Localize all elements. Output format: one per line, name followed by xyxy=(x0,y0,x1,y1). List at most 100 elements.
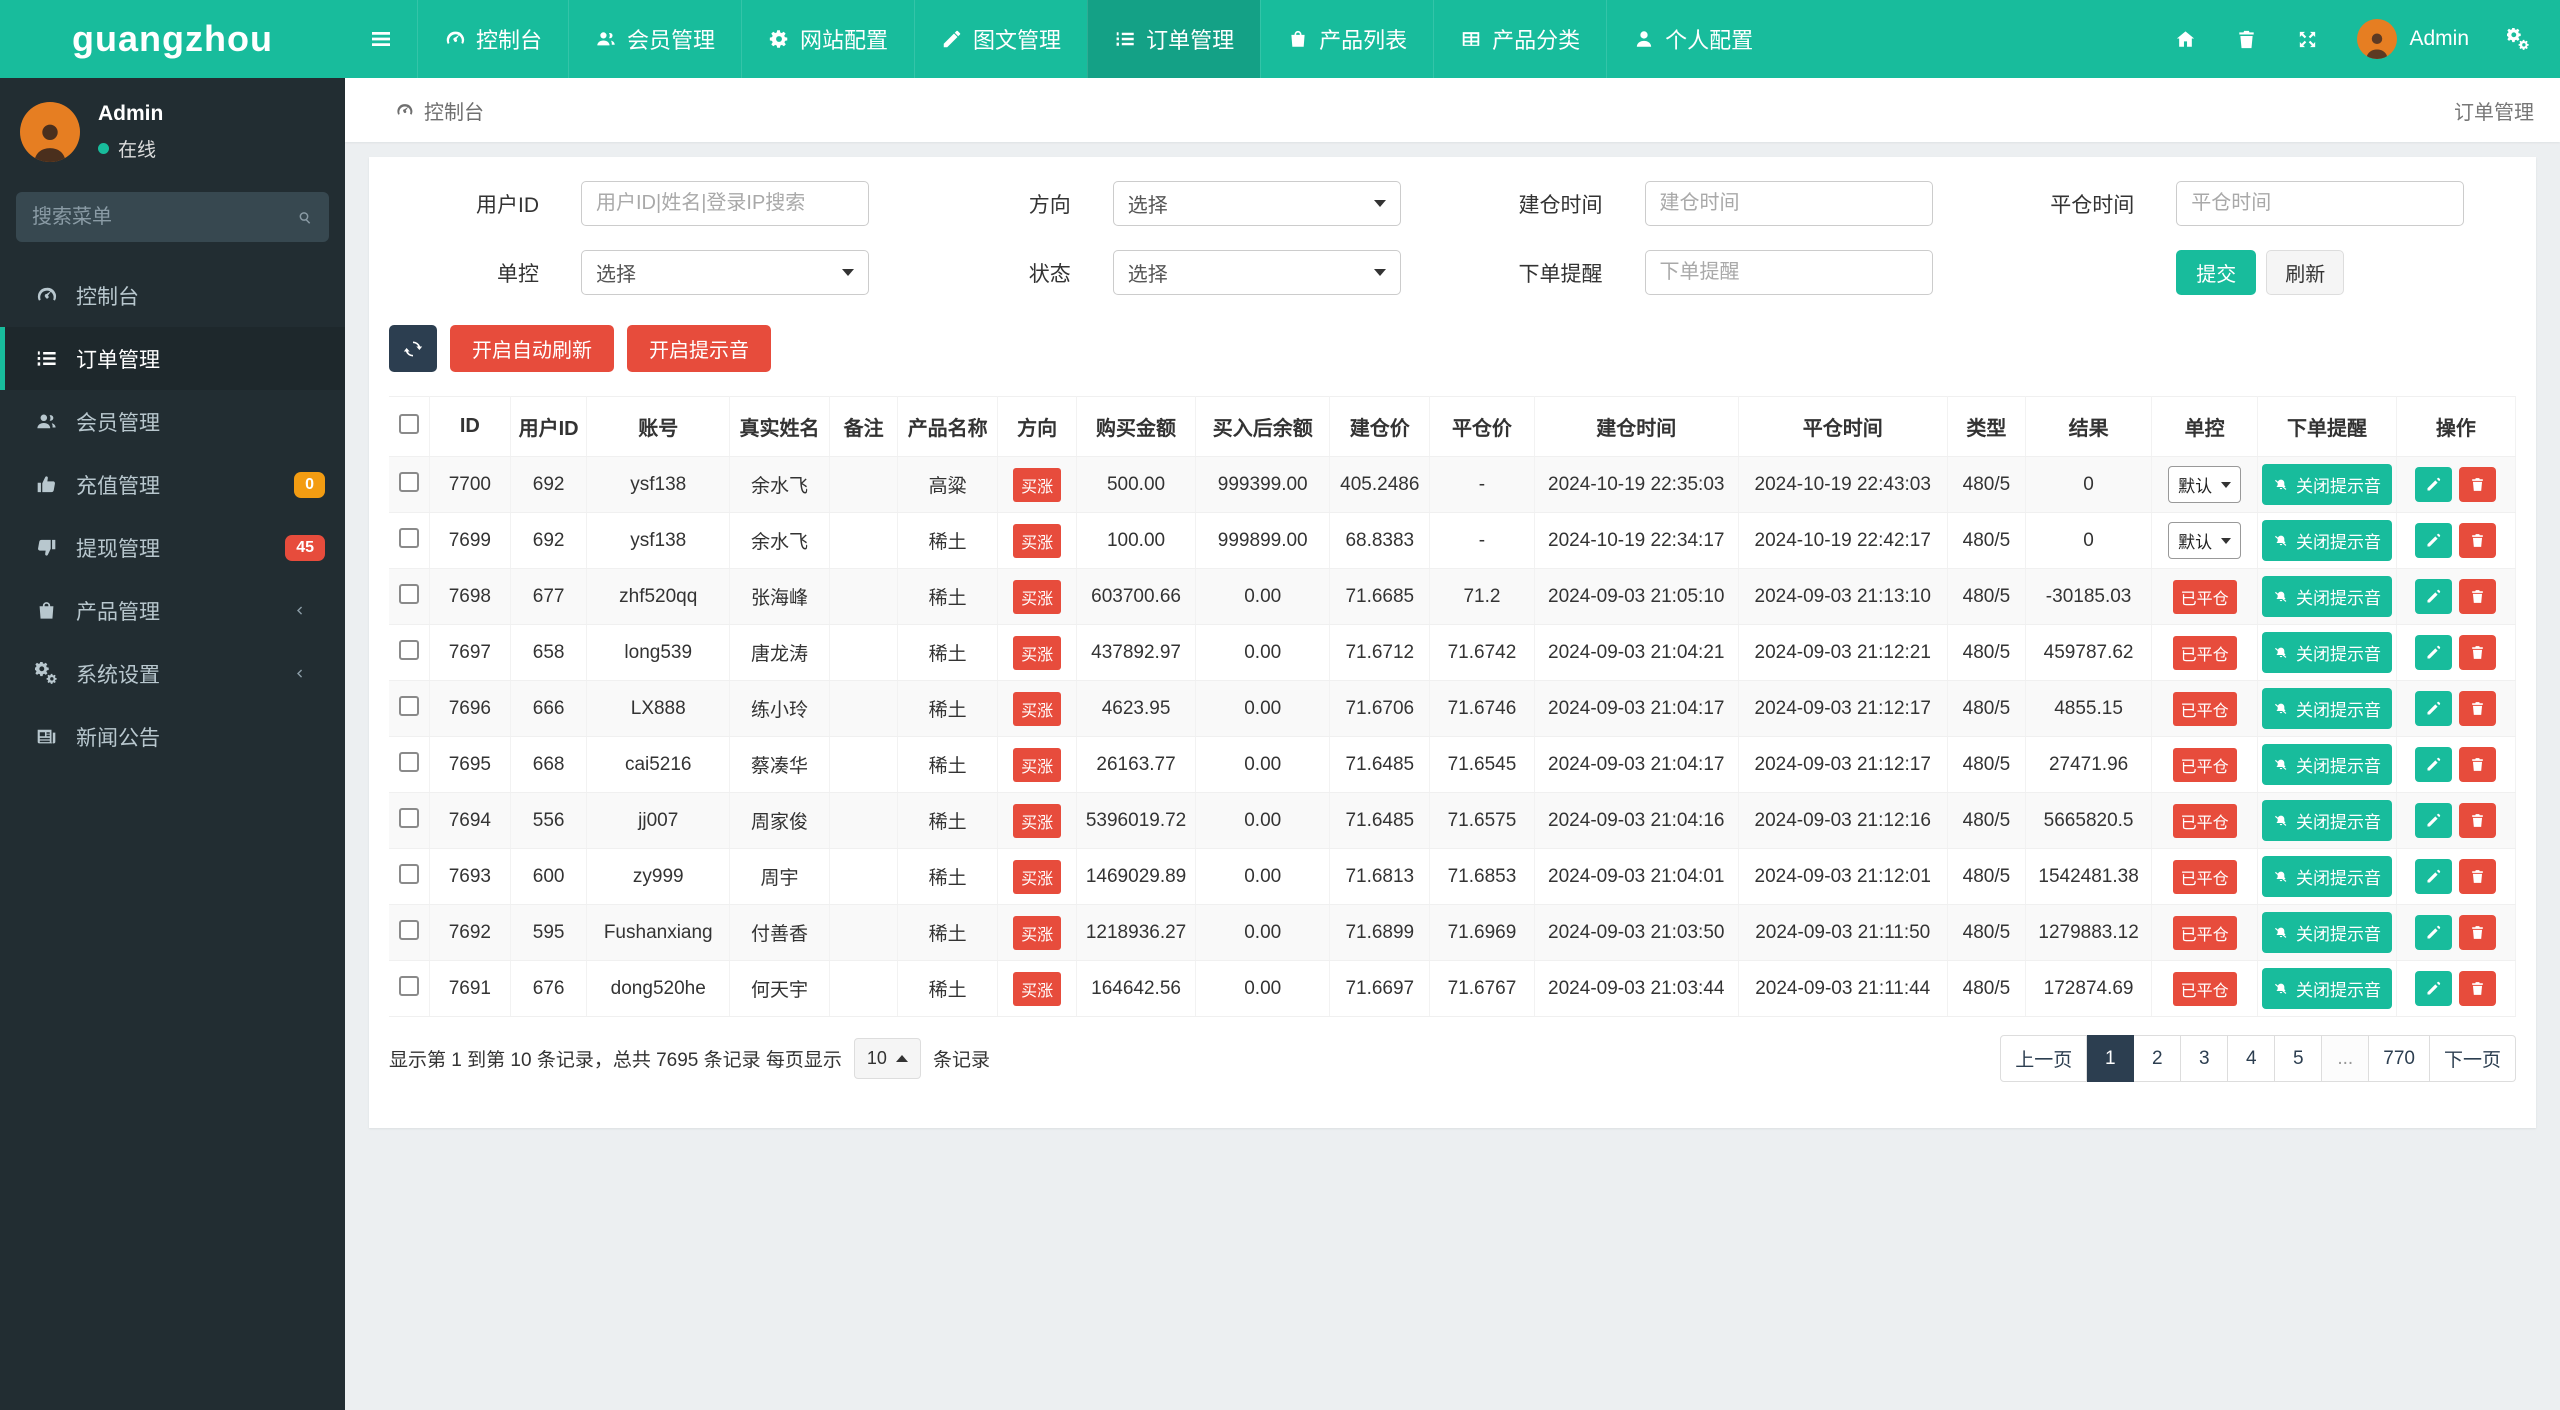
close-sound-button[interactable]: 关闭提示音 xyxy=(2261,856,2392,897)
cell-product: 稀土 xyxy=(897,960,999,1017)
close-sound-button[interactable]: 关闭提示音 xyxy=(2261,744,2392,785)
sidebar-item-3[interactable]: 会员管理 xyxy=(0,390,345,453)
sidebar-item-5[interactable]: 提现管理 45 xyxy=(0,516,345,579)
edit-row-button[interactable] xyxy=(2415,803,2453,838)
fullscreen-button[interactable] xyxy=(2296,28,2319,51)
delete-row-button[interactable] xyxy=(2459,747,2497,782)
sidebar-item-1[interactable]: 控制台 xyxy=(0,264,345,327)
close-sound-button[interactable]: 关闭提示音 xyxy=(2261,968,2392,1009)
edit-row-button[interactable] xyxy=(2415,915,2453,950)
page-button-上一页[interactable]: 上一页 xyxy=(2000,1035,2088,1082)
row-checkbox[interactable] xyxy=(398,639,419,660)
sidebar-item-8[interactable]: 新闻公告 xyxy=(0,705,345,768)
cell-uid: 658 xyxy=(510,624,588,681)
filter-label: 方向 xyxy=(1028,193,1071,217)
page-button-5[interactable]: 5 xyxy=(2275,1035,2323,1082)
row-checkbox[interactable] xyxy=(398,863,419,884)
settings-gears-button[interactable] xyxy=(2507,28,2530,51)
status-filter[interactable]: 选择 xyxy=(1112,250,1401,295)
home-icon-button[interactable] xyxy=(2174,28,2197,51)
page-button-4[interactable]: 4 xyxy=(2228,1035,2276,1082)
edit-row-button[interactable] xyxy=(2415,579,2453,614)
sidebar-item-2[interactable]: 订单管理 xyxy=(0,327,345,390)
menu-search-input[interactable] xyxy=(32,205,297,229)
order-alert-filter[interactable] xyxy=(1644,250,1933,295)
brand-logo[interactable]: guangzhou xyxy=(0,0,345,78)
close-sound-button[interactable]: 关闭提示音 xyxy=(2261,800,2392,841)
topnav-item-1[interactable]: 控制台 xyxy=(417,0,568,78)
delete-row-button[interactable] xyxy=(2459,859,2497,894)
cell-open-time: 2024-09-03 21:04:21 xyxy=(1534,624,1739,681)
page-button-3[interactable]: 3 xyxy=(2181,1035,2229,1082)
row-checkbox[interactable] xyxy=(398,471,419,492)
topnav-item-4[interactable]: 图文管理 xyxy=(914,0,1087,78)
row-checkbox[interactable] xyxy=(398,919,419,940)
row-checkbox[interactable] xyxy=(398,527,419,548)
row-select-cell xyxy=(389,792,430,849)
topnav-item-7[interactable]: 产品分类 xyxy=(1433,0,1606,78)
close-sound-button[interactable]: 关闭提示音 xyxy=(2261,912,2392,953)
sidebar-item-6[interactable]: 产品管理 xyxy=(0,579,345,642)
topnav-item-3[interactable]: 网站配置 xyxy=(741,0,914,78)
sidebar-item-4[interactable]: 充值管理 0 xyxy=(0,453,345,516)
row-checkbox[interactable] xyxy=(398,695,419,716)
delete-row-button[interactable] xyxy=(2459,523,2497,558)
delete-row-button[interactable] xyxy=(2459,691,2497,726)
delete-row-button[interactable] xyxy=(2459,635,2497,670)
page-button-下一页[interactable]: 下一页 xyxy=(2429,1035,2516,1082)
edit-row-button[interactable] xyxy=(2415,747,2453,782)
topnav-item-5[interactable]: 订单管理 xyxy=(1087,0,1261,78)
cell-direction: 买涨 xyxy=(997,568,1077,625)
sidebar-toggle-button[interactable] xyxy=(345,0,417,78)
clear-trash-button[interactable] xyxy=(2235,28,2258,51)
row-control-select[interactable]: 默认 xyxy=(2168,522,2242,559)
topnav-item-2[interactable]: 会员管理 xyxy=(568,0,741,78)
edit-row-button[interactable] xyxy=(2415,635,2453,670)
edit-row-button[interactable] xyxy=(2415,467,2453,502)
close-time-filter[interactable] xyxy=(2176,181,2465,226)
row-checkbox[interactable] xyxy=(398,807,419,828)
breadcrumb-left[interactable]: 控制台 xyxy=(395,96,484,125)
submit-button[interactable]: 提交 xyxy=(2176,250,2257,295)
direction-filter[interactable]: 选择 xyxy=(1112,181,1401,226)
row-control-select[interactable]: 默认 xyxy=(2168,466,2242,503)
refresh-button[interactable]: 刷新 xyxy=(2266,250,2345,295)
search-icon[interactable] xyxy=(297,208,313,227)
page-button-1[interactable]: 1 xyxy=(2087,1035,2135,1082)
edit-row-button[interactable] xyxy=(2415,523,2453,558)
page-button-770[interactable]: 770 xyxy=(2369,1035,2430,1082)
auto-refresh-toggle-button[interactable]: 开启自动刷新 xyxy=(450,325,614,372)
select-all-checkbox[interactable] xyxy=(398,413,419,434)
edit-row-button[interactable] xyxy=(2415,859,2453,894)
control-filter[interactable]: 选择 xyxy=(581,250,869,295)
cell-uid: 677 xyxy=(510,568,588,625)
edit-row-button[interactable] xyxy=(2415,691,2453,726)
topnav-item-8[interactable]: 个人配置 xyxy=(1606,0,1779,78)
row-checkbox[interactable] xyxy=(398,751,419,772)
delete-row-button[interactable] xyxy=(2459,915,2497,950)
sound-toggle-button[interactable]: 开启提示音 xyxy=(627,325,771,372)
open-time-filter[interactable] xyxy=(1644,181,1933,226)
close-sound-button[interactable]: 关闭提示音 xyxy=(2261,520,2392,561)
delete-row-button[interactable] xyxy=(2459,971,2497,1006)
close-sound-button[interactable]: 关闭提示音 xyxy=(2261,688,2392,729)
row-checkbox[interactable] xyxy=(398,583,419,604)
reload-table-button[interactable] xyxy=(389,325,437,372)
gears-icon xyxy=(35,662,58,685)
cell-name: 唐龙涛 xyxy=(729,624,831,681)
edit-row-button[interactable] xyxy=(2415,971,2453,1006)
user-id-filter[interactable] xyxy=(581,181,869,226)
topnav-item-6[interactable]: 产品列表 xyxy=(1260,0,1433,78)
close-sound-button[interactable]: 关闭提示音 xyxy=(2261,632,2392,673)
close-sound-button[interactable]: 关闭提示音 xyxy=(2261,576,2392,617)
delete-row-button[interactable] xyxy=(2459,467,2497,502)
close-sound-label: 关闭提示音 xyxy=(2295,757,2381,776)
close-sound-button[interactable]: 关闭提示音 xyxy=(2261,464,2392,505)
delete-row-button[interactable] xyxy=(2459,579,2497,614)
delete-row-button[interactable] xyxy=(2459,803,2497,838)
page-button-2[interactable]: 2 xyxy=(2134,1035,2182,1082)
row-checkbox[interactable] xyxy=(398,975,419,996)
sidebar-item-7[interactable]: 系统设置 xyxy=(0,642,345,705)
page-size-select[interactable]: 10 xyxy=(853,1038,921,1079)
navbar-user-menu[interactable]: Admin xyxy=(2357,19,2469,59)
